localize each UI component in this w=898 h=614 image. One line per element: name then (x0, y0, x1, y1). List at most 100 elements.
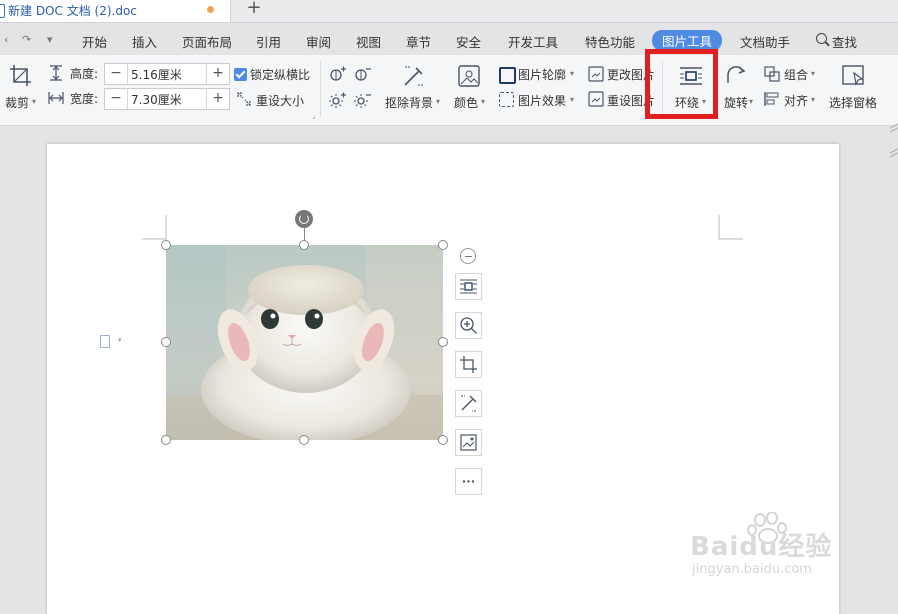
selection-pane-label: 选择窗格 (829, 96, 878, 110)
resize-handle-top-left[interactable] (161, 240, 171, 250)
menu-tab-review[interactable]: 审阅 (306, 32, 331, 51)
float-remove-background-button[interactable] (455, 390, 482, 417)
float-zoom-button[interactable] (455, 312, 482, 339)
resize-handle-bottom-left[interactable] (161, 435, 171, 445)
selection-pane-icon (842, 65, 864, 86)
menu-tab-section[interactable]: 章节 (406, 32, 431, 51)
float-wrap-button[interactable] (455, 273, 482, 300)
picture-color-icon (458, 65, 480, 87)
redo-icon[interactable]: ↷ (22, 33, 31, 46)
increase-contrast-icon[interactable] (329, 66, 347, 82)
kitten-illustration (166, 245, 443, 440)
quick-access-dropdown-icon[interactable]: ▾ (47, 33, 53, 46)
width-icon (48, 92, 64, 104)
height-label: 高度: (70, 67, 99, 81)
paragraph-layout-dropdown-icon[interactable]: ▾ (118, 336, 122, 344)
height-value[interactable]: 5.16厘米 (131, 66, 182, 83)
crop-dropdown-icon[interactable]: ▾ (32, 97, 36, 106)
group-icon (764, 66, 780, 82)
height-increase-button[interactable]: + (206, 64, 229, 84)
new-tab-button[interactable]: + (245, 0, 263, 18)
remove-background-icon (461, 395, 477, 412)
remove-background-icon (404, 66, 423, 86)
picture-effect-dropdown-icon[interactable]: ▾ (570, 95, 574, 104)
selected-image[interactable] (161, 240, 448, 445)
margin-corner-top-right (718, 215, 743, 240)
quick-access-more-icon[interactable]: ‹ (4, 33, 8, 46)
search-icon[interactable] (816, 33, 827, 44)
menu-tab-developer[interactable]: 开发工具 (508, 32, 558, 51)
menu-tab-features[interactable]: 特色功能 (585, 32, 635, 51)
resize-handle-top-right[interactable] (438, 240, 448, 250)
resize-handle-bottom-right[interactable] (438, 435, 448, 445)
picture-outline-dropdown-icon[interactable]: ▾ (570, 69, 574, 78)
width-decrease-button[interactable]: − (105, 89, 128, 109)
collapse-float-toolbar-button[interactable] (460, 248, 476, 264)
align-button[interactable]: 对齐 (784, 92, 808, 109)
picture-tools-ribbon: 裁剪 ▾ 高度: − 5.16厘米 + 宽度: − 7.30厘米 + 锁定纵横比… (0, 55, 898, 158)
resize-handle-left[interactable] (161, 337, 171, 347)
align-dropdown-icon[interactable]: ▾ (811, 95, 815, 104)
rotate-dropdown-icon[interactable]: ▾ (749, 97, 753, 106)
increase-brightness-icon[interactable] (329, 92, 347, 108)
resize-handle-top[interactable] (299, 240, 309, 250)
menu-tab-picture-tools[interactable]: 图片工具 (652, 30, 723, 51)
reset-size-icon (237, 92, 251, 106)
search-button[interactable]: 查找 (832, 32, 857, 51)
picture-effect-icon (499, 92, 514, 107)
picture-effect-button[interactable]: 图片效果 (518, 92, 566, 109)
width-value[interactable]: 7.30厘米 (131, 91, 182, 108)
menu-tab-home[interactable]: 开始 (82, 32, 107, 51)
menu-row: ‹ ↷ ▾ 开始 插入 页面布局 引用 审阅 视图 章节 安全 开发工具 特色功… (0, 29, 898, 53)
remove-background-dropdown-icon[interactable]: ▾ (436, 97, 440, 106)
reset-image-icon (588, 91, 604, 107)
group-dropdown-icon[interactable]: ▾ (811, 69, 815, 78)
decrease-brightness-icon[interactable] (354, 92, 372, 108)
resize-handle-right[interactable] (438, 337, 448, 347)
width-increase-button[interactable]: + (206, 89, 229, 109)
remove-background-label: 抠除背景 (385, 96, 434, 110)
document-tab[interactable]: 新建 DOC 文档 (2).doc (0, 0, 231, 22)
width-stepper[interactable]: − 7.30厘米 + (104, 88, 230, 110)
paragraph-layout-icon[interactable] (100, 335, 110, 348)
menu-tab-view[interactable]: 视图 (356, 32, 381, 51)
color-dropdown-icon[interactable]: ▾ (481, 97, 485, 106)
zoom-in-icon (460, 317, 477, 334)
tab-bar: 新建 DOC 文档 (2).doc + (0, 0, 898, 23)
group-button[interactable]: 组合 (784, 66, 808, 83)
float-more-button[interactable] (455, 468, 482, 495)
kitten-photo[interactable] (166, 245, 443, 440)
picture-outline-icon (499, 67, 516, 84)
image-rotate-handle[interactable] (295, 210, 313, 228)
lock-ratio-checkbox[interactable] (234, 68, 247, 81)
size-dialog-launcher-icon[interactable]: ⌟ (312, 111, 316, 120)
layer-order-icon[interactable] (880, 115, 898, 165)
change-image-icon (460, 434, 477, 451)
height-stepper[interactable]: − 5.16厘米 + (104, 63, 230, 85)
wrap-text-highlight-box (645, 49, 718, 119)
margin-corner-top-left (142, 215, 167, 240)
float-change-image-button[interactable] (455, 429, 482, 456)
document-icon (0, 4, 5, 18)
menu-tab-page-layout[interactable]: 页面布局 (182, 32, 232, 51)
wrap-text-icon (460, 279, 477, 294)
width-label: 宽度: (70, 92, 99, 106)
rotate-label: 旋转 (724, 96, 749, 110)
crop-label: 裁剪 (5, 96, 30, 110)
float-crop-button[interactable] (455, 351, 482, 378)
document-tab-title: 新建 DOC 文档 (2).doc (8, 4, 137, 18)
reset-size-button[interactable]: 重设大小 (256, 92, 304, 109)
menu-tab-doc-assistant[interactable]: 文档助手 (740, 32, 790, 51)
watermark-url: jingyan.baidu.com (692, 562, 812, 577)
menu-tab-insert[interactable]: 插入 (132, 32, 157, 51)
crop-icon (460, 356, 477, 373)
height-decrease-button[interactable]: − (105, 64, 128, 84)
menu-tab-references[interactable]: 引用 (256, 32, 281, 51)
unsaved-indicator-icon (207, 6, 214, 13)
resize-handle-bottom[interactable] (299, 435, 309, 445)
watermark-brand: Baidu经验 (690, 532, 833, 562)
crop-icon (10, 65, 31, 86)
decrease-contrast-icon[interactable] (354, 66, 372, 82)
picture-outline-button[interactable]: 图片轮廓 (518, 66, 566, 83)
menu-tab-security[interactable]: 安全 (456, 32, 481, 51)
